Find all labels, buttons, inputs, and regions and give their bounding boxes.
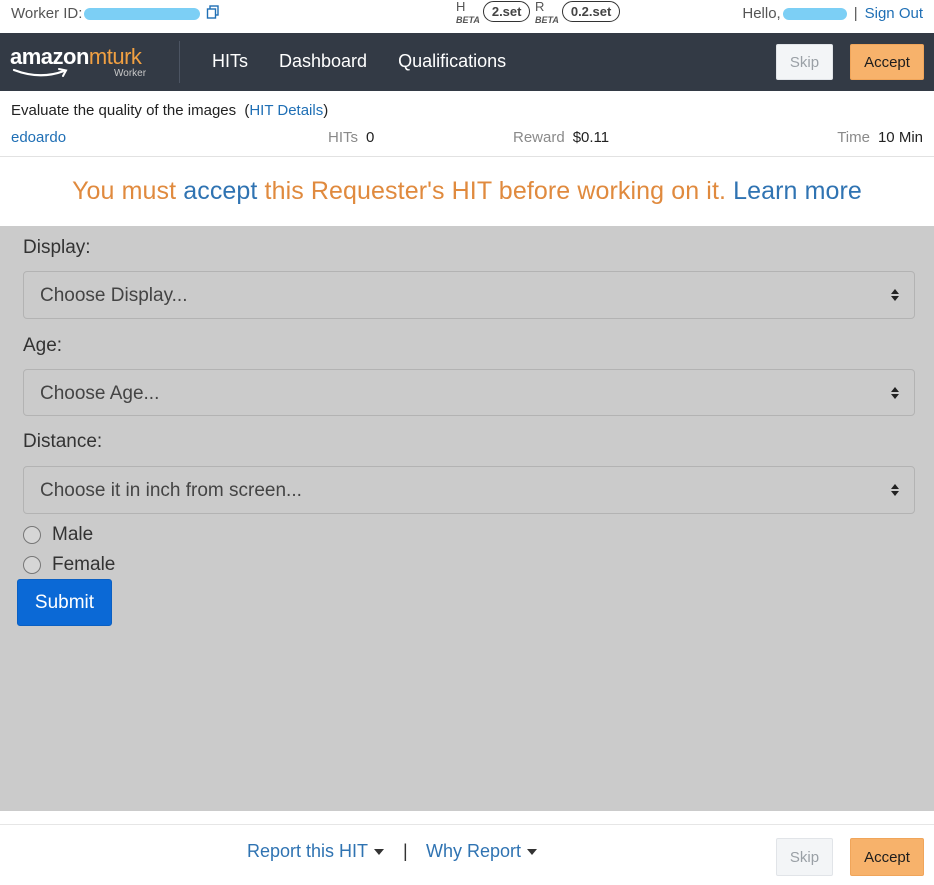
nav-qualifications[interactable]: Qualifications [398,51,506,72]
user-greeting: Hello, | Sign Out [742,5,923,22]
hit-details-link[interactable]: HIT Details [249,102,323,119]
footer-skip-button[interactable]: Skip [776,838,833,876]
display-select[interactable]: Choose Display... [23,271,915,319]
r-score-pill[interactable]: 0.2.set [561,1,621,22]
female-radio[interactable] [23,556,41,574]
hit-title: Evaluate the quality of the images [11,102,237,119]
footer-accept-button[interactable]: Accept [850,838,924,876]
r-score-widget: R BETA 0.2.set [535,0,621,26]
username-redacted [782,7,847,20]
hit-title-row: Evaluate the quality of the images (HIT … [11,102,328,119]
learn-more-link[interactable]: Learn more [733,177,862,205]
greeting-separator: | [853,5,858,22]
worker-id-redacted [84,7,201,20]
logo-mturk: mturk [88,44,142,69]
select-arrows-icon [891,289,899,301]
nav-links: HITs Dashboard Qualifications [212,51,537,72]
copy-icon[interactable] [206,5,220,22]
h-beta: BETA [456,15,480,25]
hits-value: 0 [366,129,375,146]
accept-required-banner: You must accept this Requester's HIT bef… [0,157,934,226]
h-score-label: H BETA [456,0,480,26]
mturk-logo[interactable]: amazonmturk Worker [10,45,180,81]
hit-info: Evaluate the quality of the images (HIT … [0,91,934,157]
male-radio[interactable] [23,526,41,544]
r-score-label: R BETA [535,0,559,26]
distance-label: Distance: [23,431,103,452]
logo-worker-label: Worker [114,68,147,79]
age-label: Age: [23,335,63,356]
gender-option-male[interactable]: Male [23,524,93,546]
hit-meta-row: edoardo HITs 0 Reward $0.11 Time 10 Min [0,129,934,149]
age-select[interactable]: Choose Age... [23,369,915,416]
banner-text-2: this Requester's HIT before working on i… [264,177,727,205]
hello-label: Hello, [742,5,781,22]
r-beta: BETA [535,15,559,25]
caret-down-icon [527,848,538,855]
submit-button[interactable]: Submit [17,579,112,626]
hit-details-close-paren: ) [323,102,329,119]
banner-text-1: You must [72,177,177,205]
reward-label: Reward [513,129,565,146]
select-arrows-icon [891,484,899,496]
logo-amazon: amazon [10,44,89,69]
display-select-value: Choose Display... [40,285,188,306]
banner-accept-link[interactable]: accept [183,177,257,205]
reward-value: $0.11 [572,129,610,146]
footer-bar: Report this HIT | Why Report Skip Accept [0,824,934,885]
why-report-dropdown[interactable]: Why Report [426,841,538,862]
nav-hits[interactable]: HITs [212,51,248,72]
footer-separator: | [403,841,408,861]
worker-id-label: Worker ID: [11,5,83,22]
hits-count: HITs 0 [328,129,374,146]
display-label: Display: [23,237,91,258]
nav-dashboard[interactable]: Dashboard [279,51,367,72]
gender-option-female[interactable]: Female [23,554,115,576]
accept-button[interactable]: Accept [850,44,924,80]
distance-select-value: Choose it in inch from screen... [40,480,302,501]
sign-out-link[interactable]: Sign Out [865,5,923,22]
nav-divider [179,41,180,83]
report-hit-dropdown[interactable]: Report this HIT [247,841,385,862]
amazon-smile-icon [12,68,68,77]
h-score-pill[interactable]: 2.set [482,1,531,22]
hits-label: HITs [328,129,358,146]
caret-down-icon [374,848,385,855]
r-letter: R [535,0,545,14]
task-form-area: Display: Choose Display... Age: Choose A… [0,226,934,811]
select-arrows-icon [891,387,899,399]
age-select-value: Choose Age... [40,383,160,404]
logo-wordmark: amazonmturk [10,45,180,69]
requester-link[interactable]: edoardo [11,129,66,146]
h-letter: H [456,0,466,14]
time-value: 10 Min [877,129,923,146]
female-label: Female [52,554,116,575]
reward: Reward $0.11 [513,129,609,146]
why-report-label: Why Report [426,841,522,861]
distance-select[interactable]: Choose it in inch from screen... [23,466,915,514]
male-label: Male [52,524,94,545]
worker-id: Worker ID: [11,5,220,22]
main-navbar: amazonmturk Worker HITs Dashboard Qualif… [0,33,934,91]
skip-button[interactable]: Skip [776,44,833,80]
time-label: Time [837,129,870,146]
report-hit-label: Report this HIT [247,841,369,861]
h-score-widget: H BETA 2.set [456,0,531,26]
time-allotted: Time 10 Min [837,129,923,146]
top-utility-bar: Worker ID: H BETA 2.set R BETA 0.2.set H… [0,0,934,33]
